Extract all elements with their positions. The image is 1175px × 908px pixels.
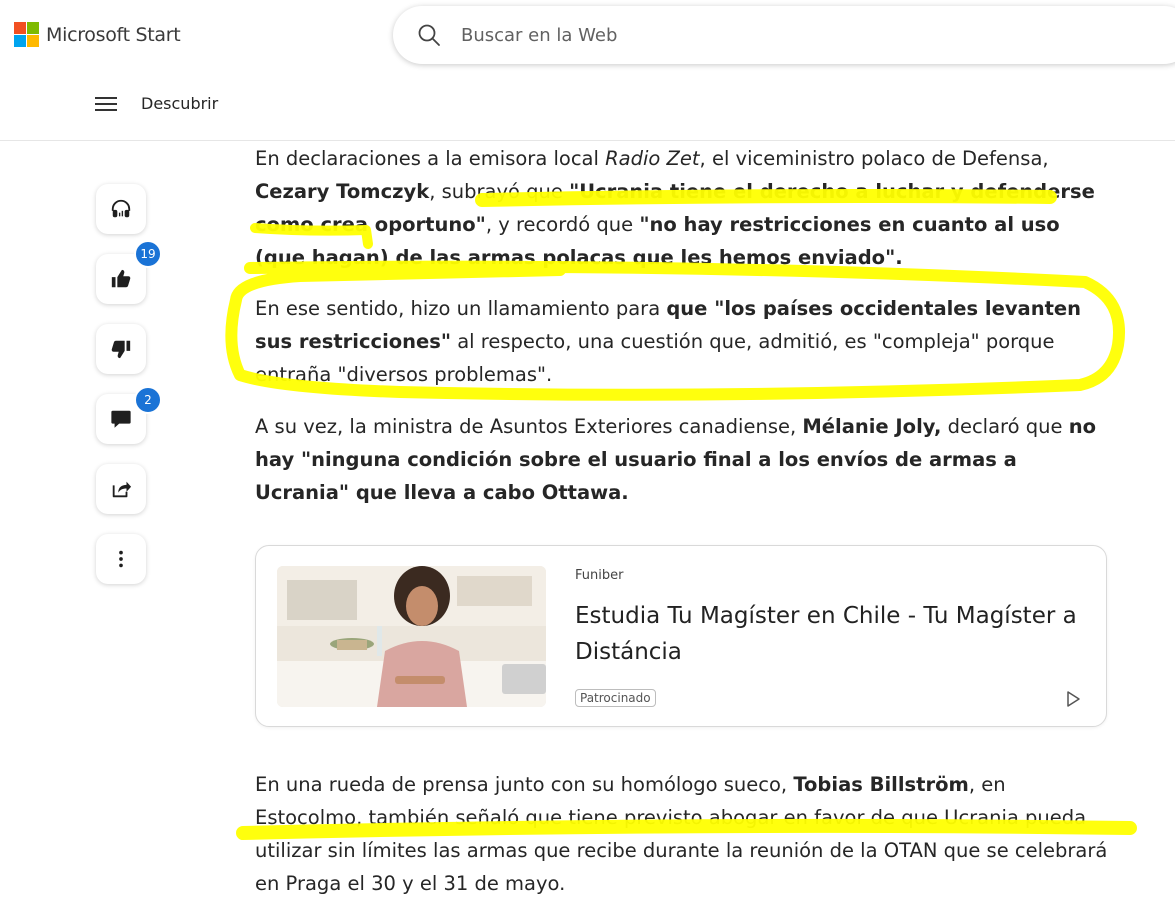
comment-icon xyxy=(111,410,131,428)
like-count-badge: 19 xyxy=(134,240,162,268)
more-options-button[interactable] xyxy=(96,534,146,584)
hamburger-menu-icon[interactable] xyxy=(95,96,117,111)
brand-name: Microsoft Start xyxy=(46,23,181,46)
article-paragraph-3: A su vez, la ministra de Asuntos Exterio… xyxy=(255,415,1096,504)
sponsored-tag: Patrocinado xyxy=(575,689,656,707)
thumbs-down-icon xyxy=(111,340,131,359)
nav-bar: Descubrir xyxy=(95,94,218,113)
more-icon xyxy=(119,550,123,568)
brand-logo[interactable]: Microsoft Start xyxy=(14,22,181,47)
ad-source: Funiber xyxy=(575,568,624,583)
headphones-icon xyxy=(111,199,131,218)
sponsored-card[interactable]: Funiber Estudia Tu Magíster en Chile - T… xyxy=(255,545,1107,727)
share-icon xyxy=(112,481,132,498)
article-paragraph-2: En ese sentido, hizo un llamamiento para… xyxy=(255,297,1082,386)
search-box[interactable] xyxy=(393,6,1175,64)
article-paragraph-4: En una rueda de prensa junto con su homó… xyxy=(255,773,1108,895)
ad-title[interactable]: Estudia Tu Magíster en Chile - Tu Magíst… xyxy=(575,598,1085,670)
ad-image xyxy=(277,566,546,707)
search-input[interactable] xyxy=(461,20,1061,50)
share-button[interactable] xyxy=(96,464,146,514)
article-paragraph-1: En declaraciones a la emisora local Radi… xyxy=(255,147,1095,269)
thumbs-up-icon xyxy=(111,269,131,288)
listen-button[interactable] xyxy=(96,184,146,234)
nav-discover-link[interactable]: Descubrir xyxy=(141,94,218,113)
microsoft-logo-icon xyxy=(14,22,39,47)
comment-count-badge: 2 xyxy=(134,386,162,414)
dislike-button[interactable] xyxy=(96,324,146,374)
search-icon xyxy=(418,24,440,46)
top-header: Microsoft Start Descubrir xyxy=(0,0,1175,141)
ad-choices-icon[interactable] xyxy=(1064,690,1082,708)
